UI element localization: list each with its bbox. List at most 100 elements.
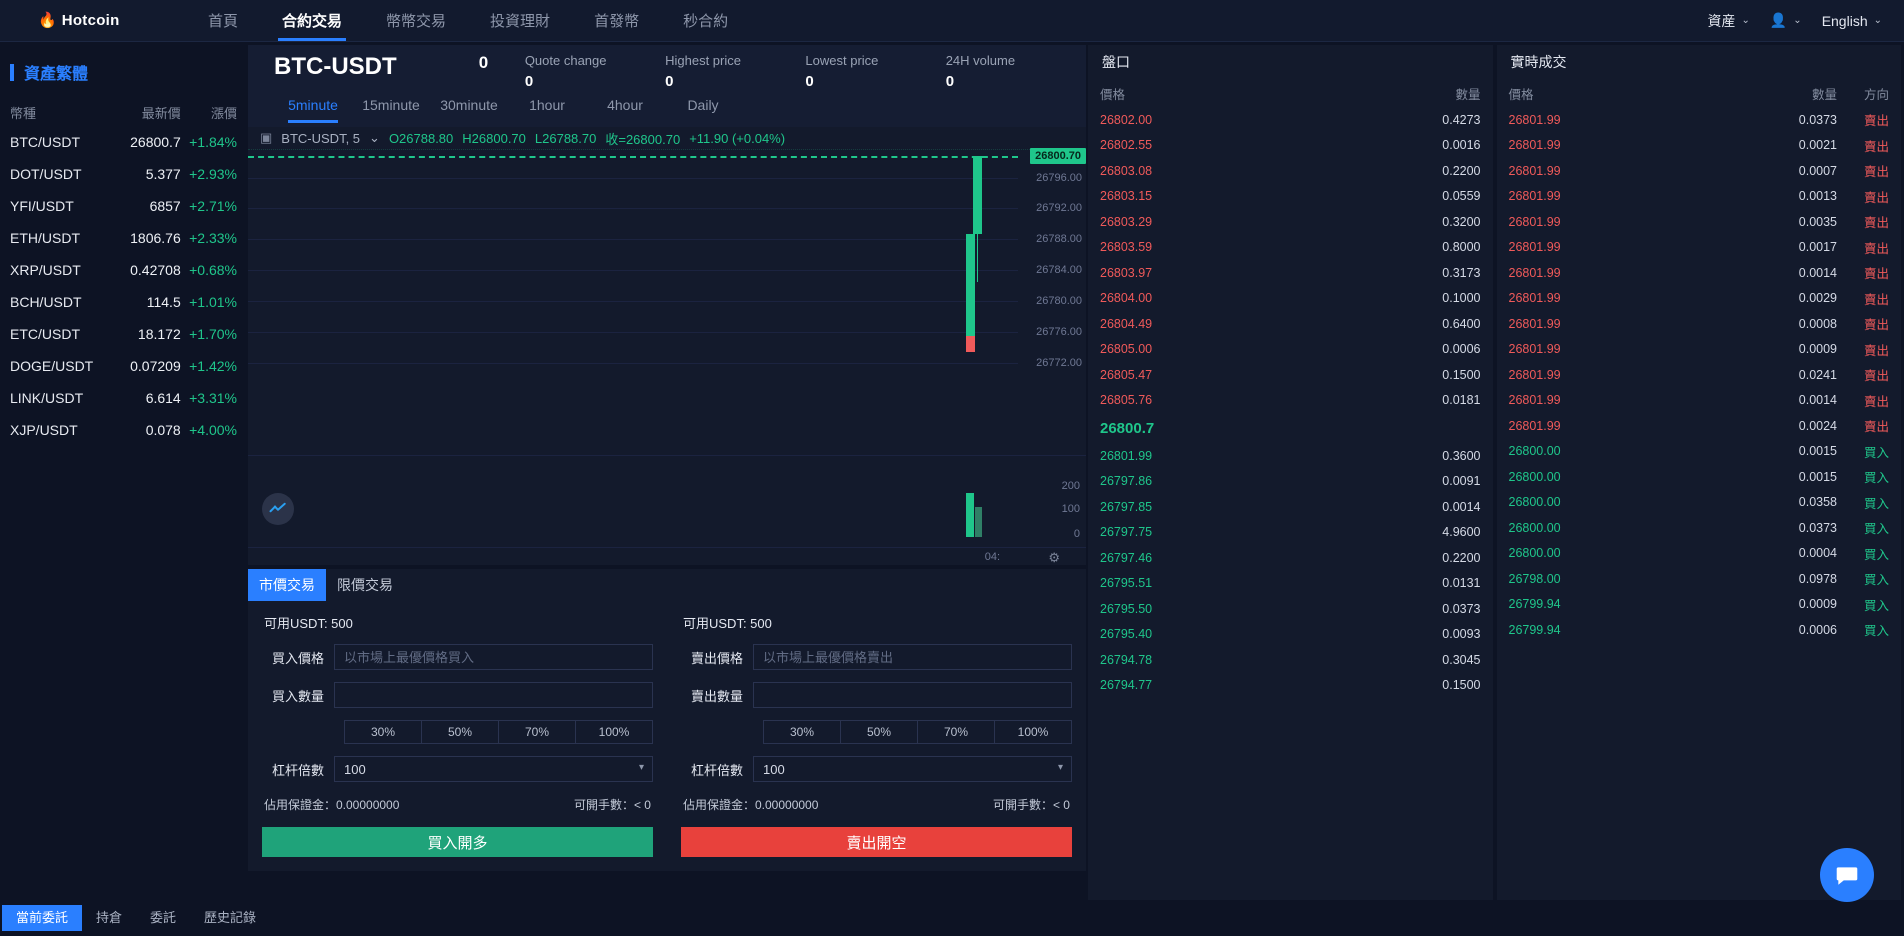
orderbook-ask-row[interactable]: 26804.000.1000	[1088, 286, 1493, 312]
orderbook-ask-row[interactable]: 26805.000.0006	[1088, 337, 1493, 363]
brand-logo[interactable]: 🔥 Hotcoin	[38, 12, 158, 29]
change: +3.31%	[181, 390, 237, 406]
price: 26801.99	[1509, 113, 1752, 127]
grid-icon[interactable]: ▣	[260, 130, 272, 146]
tab-limit-order[interactable]: 限價交易	[326, 569, 404, 601]
chat-widget-button[interactable]	[1820, 848, 1874, 902]
side: 賣出	[1837, 238, 1889, 257]
buy-pct-100[interactable]: 100%	[576, 721, 652, 743]
tab-orders[interactable]: 委託	[136, 905, 190, 931]
tab-history[interactable]: 歷史記錄	[190, 905, 270, 931]
buy-pct-70[interactable]: 70%	[499, 721, 576, 743]
sell-short-button[interactable]: 賣出開空	[681, 827, 1072, 857]
nav-item-contract-trade[interactable]: 合約交易	[260, 0, 364, 41]
buy-qty-input[interactable]	[334, 682, 653, 708]
price-tick-7: 26772.00	[1036, 357, 1082, 369]
price: 26797.86	[1100, 474, 1391, 488]
language-menu[interactable]: English ⌄	[1822, 13, 1882, 29]
tab-market-order[interactable]: 市價交易	[248, 569, 326, 601]
nav-item-investment[interactable]: 投資理財	[468, 0, 572, 41]
order-type-tabs: 市價交易 限價交易	[248, 569, 1086, 601]
market-row-dot[interactable]: DOT/USDT 5.377 +2.93%	[0, 158, 245, 190]
orderbook-ask-row[interactable]: 26805.760.0181	[1088, 388, 1493, 414]
volume-bar	[966, 493, 974, 537]
orderbook-bid-row[interactable]: 26795.510.0131	[1088, 571, 1493, 597]
price-chart[interactable]: ▣ BTC-USDT, 5 ⌄ O26788.80 H26800.70 L267…	[248, 127, 1086, 455]
tab-positions[interactable]: 持倉	[82, 905, 136, 931]
orderbook-ask-row[interactable]: 26803.080.2200	[1088, 158, 1493, 184]
market-row-link[interactable]: LINK/USDT 6.614 +3.31%	[0, 382, 245, 414]
market-row-eth[interactable]: ETH/USDT 1806.76 +2.33%	[0, 222, 245, 254]
assets-menu[interactable]: 資産 ⌄	[1707, 11, 1749, 31]
market-row-etc[interactable]: ETC/USDT 18.172 +1.70%	[0, 318, 245, 350]
volume-bar	[975, 507, 982, 537]
buy-leverage-select[interactable]: 100	[334, 756, 653, 782]
market-row-xrp[interactable]: XRP/USDT 0.42708 +0.68%	[0, 254, 245, 286]
orderbook-bid-row[interactable]: 26794.770.1500	[1088, 673, 1493, 699]
qty: 0.0008	[1751, 317, 1837, 331]
orderbook-bid-row[interactable]: 26797.460.2200	[1088, 545, 1493, 571]
timeframe-30minute[interactable]: 30minute	[430, 95, 508, 121]
orderbook-bid-row[interactable]: 26795.400.0093	[1088, 622, 1493, 648]
timeframe-5minute[interactable]: 5minute	[274, 95, 352, 121]
orderbook-ask-row[interactable]: 26802.550.0016	[1088, 133, 1493, 159]
orderbook-bid-row[interactable]: 26794.780.3045	[1088, 647, 1493, 673]
col-qty: 數量	[1751, 84, 1837, 103]
col-change: 漲價	[181, 103, 237, 122]
sell-qty-input[interactable]	[753, 682, 1072, 708]
market-row-doge[interactable]: DOGE/USDT 0.07209 +1.42%	[0, 350, 245, 382]
change: +4.00%	[181, 422, 237, 438]
sell-pct-70[interactable]: 70%	[918, 721, 995, 743]
quote-change-label: Quote change	[525, 53, 665, 68]
orderbook-bid-row[interactable]: 26801.990.3600	[1088, 443, 1493, 469]
timeframe-15minute[interactable]: 15minute	[352, 95, 430, 121]
orderbook-ask-row[interactable]: 26803.290.3200	[1088, 209, 1493, 235]
buy-pct-30[interactable]: 30%	[345, 721, 422, 743]
sell-price-input[interactable]	[753, 644, 1072, 670]
market-row-yfi[interactable]: YFI/USDT 6857 +2.71%	[0, 190, 245, 222]
orderbook-ask-row[interactable]: 26803.970.3173	[1088, 260, 1493, 286]
price: 26800.00	[1509, 521, 1752, 535]
sell-leverage-select[interactable]: 100	[753, 756, 1072, 782]
orderbook-ask-row[interactable]: 26804.490.6400	[1088, 311, 1493, 337]
gear-icon[interactable]: ⚙	[1048, 550, 1060, 566]
orderbook-bid-row[interactable]: 26797.850.0014	[1088, 494, 1493, 520]
qty: 0.2200	[1391, 551, 1481, 565]
nav-item-launchpad[interactable]: 首發幣	[572, 0, 661, 41]
orderbook-ask-row[interactable]: 26803.150.0559	[1088, 184, 1493, 210]
orderbook-ask-row[interactable]: 26805.470.1500	[1088, 362, 1493, 388]
buy-pct-50[interactable]: 50%	[422, 721, 499, 743]
price: 26801.99	[1509, 368, 1752, 382]
buy-long-button[interactable]: 買入開多	[262, 827, 653, 857]
account-menu[interactable]: 👤 ⌄	[1770, 12, 1802, 29]
trade-row: 26800.000.0015買入	[1497, 439, 1902, 465]
tab-current-orders[interactable]: 當前委託	[2, 905, 82, 931]
price: 26800.00	[1509, 470, 1752, 484]
sell-pct-50[interactable]: 50%	[841, 721, 918, 743]
orderbook-bid-row[interactable]: 26797.860.0091	[1088, 469, 1493, 495]
market-row-btc[interactable]: BTC/USDT 26800.7 +1.84%	[0, 126, 245, 158]
chart-symbol[interactable]: BTC-USDT, 5	[281, 131, 360, 146]
buy-price-input[interactable]	[334, 644, 653, 670]
market-row-bch[interactable]: BCH/USDT 114.5 +1.01%	[0, 286, 245, 318]
timeframe-daily[interactable]: Daily	[664, 95, 742, 121]
sell-percent-group: 30% 50% 70% 100%	[763, 720, 1072, 744]
sell-pct-100[interactable]: 100%	[995, 721, 1071, 743]
orderbook-ask-row[interactable]: 26802.000.4273	[1088, 107, 1493, 133]
trade-row: 26798.000.0978買入	[1497, 566, 1902, 592]
chevron-down-icon[interactable]: ⌄	[369, 130, 380, 146]
timeframe-4hour[interactable]: 4hour	[586, 95, 664, 121]
orderbook-bid-row[interactable]: 26795.500.0373	[1088, 596, 1493, 622]
orderbook-ask-row[interactable]: 26803.590.8000	[1088, 235, 1493, 261]
nav-item-coin-trade[interactable]: 幣幣交易	[364, 0, 468, 41]
market-row-xjp[interactable]: XJP/USDT 0.078 +4.00%	[0, 414, 245, 446]
orderbook-panel: 盤口 價格 數量 26802.000.4273 26802.550.0016 2…	[1088, 45, 1493, 936]
timeframe-1hour[interactable]: 1hour	[508, 95, 586, 121]
nav-item-home[interactable]: 首頁	[186, 0, 260, 41]
last-price-badge: 26800.70	[1030, 148, 1086, 164]
nav-item-second-contract[interactable]: 秒合約	[661, 0, 750, 41]
sell-pct-30[interactable]: 30%	[764, 721, 841, 743]
qty: 0.0373	[1751, 113, 1837, 127]
orderbook-bid-row[interactable]: 26797.754.9600	[1088, 520, 1493, 546]
side: 買入	[1837, 544, 1889, 563]
